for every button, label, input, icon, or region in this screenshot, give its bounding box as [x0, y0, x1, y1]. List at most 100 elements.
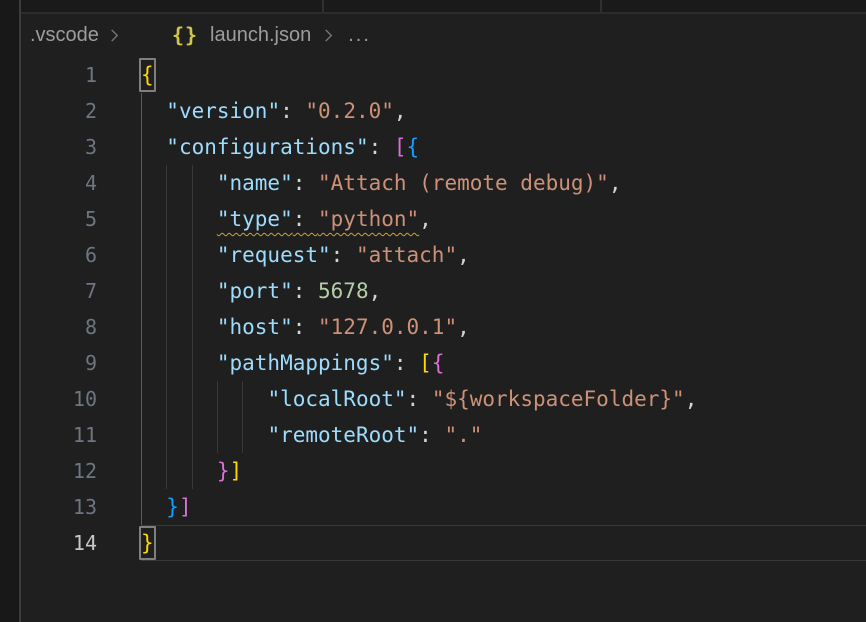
- code-content: "version": "0.2.0",: [141, 93, 866, 129]
- line-number[interactable]: 11: [21, 417, 141, 453]
- indent-guide: [192, 417, 193, 453]
- indent-guide: [141, 417, 142, 453]
- code-token: "python": [318, 207, 419, 231]
- line-number[interactable]: 9: [21, 345, 141, 381]
- code-token: [: [419, 351, 432, 375]
- code-line[interactable]: 7 "port": 5678,: [21, 273, 866, 309]
- code-line[interactable]: 5 "type": "python",: [21, 201, 866, 237]
- code-token: "0.2.0": [305, 99, 394, 123]
- indent-guide: [242, 417, 243, 453]
- code-token: ,: [457, 315, 470, 339]
- code-line[interactable]: 2 "version": "0.2.0",: [21, 93, 866, 129]
- code-token: "Attach (remote debug)": [318, 171, 609, 195]
- code-token: {: [407, 135, 420, 159]
- indent-guide: [141, 237, 142, 273]
- indent-guide: [141, 165, 142, 201]
- code-line[interactable]: 12 }]: [21, 453, 866, 489]
- code-token: "name": [217, 171, 293, 195]
- indent-guide: [141, 93, 142, 129]
- indent-guide: [166, 309, 167, 345]
- code-token: 5678: [318, 279, 369, 303]
- code-token: "localRoot": [267, 387, 406, 411]
- code-content: }]: [141, 453, 866, 489]
- line-number[interactable]: 13: [21, 489, 141, 525]
- chevron-right-icon: [321, 27, 336, 44]
- code-line[interactable]: 1{: [21, 57, 866, 93]
- code-token: "pathMappings": [217, 351, 394, 375]
- sidebar-edge: [0, 0, 21, 622]
- indent-guide: [166, 237, 167, 273]
- code-token: ,: [457, 243, 470, 267]
- line-number[interactable]: 1: [21, 57, 141, 93]
- indent-guide: [166, 381, 167, 417]
- indent-guide: [242, 381, 243, 417]
- code-content: "host": "127.0.0.1",: [141, 309, 866, 345]
- indent-guide: [192, 345, 193, 381]
- breadcrumb-ellipsis[interactable]: ...: [348, 24, 371, 47]
- code-token: :: [293, 207, 318, 231]
- code-token: ]: [179, 495, 192, 519]
- code-token: :: [293, 279, 318, 303]
- indent-guide: [166, 453, 167, 489]
- indent-guide: [166, 165, 167, 201]
- tab-divider: [322, 0, 324, 12]
- code-token: :: [369, 135, 394, 159]
- code-line[interactable]: 11 "remoteRoot": ".": [21, 417, 866, 453]
- tab-divider: [600, 0, 602, 12]
- code-token: "type": [217, 207, 293, 231]
- code-line[interactable]: 3 "configurations": [{: [21, 129, 866, 165]
- breadcrumb-item-file[interactable]: launch.json: [210, 24, 311, 47]
- code-token: "version": [166, 99, 280, 123]
- code-line[interactable]: 10 "localRoot": "${workspaceFolder}",: [21, 381, 866, 417]
- code-content: "name": "Attach (remote debug)",: [141, 165, 866, 201]
- line-number[interactable]: 10: [21, 381, 141, 417]
- code-line[interactable]: 4 "name": "Attach (remote debug)",: [21, 165, 866, 201]
- code-line[interactable]: 6 "request": "attach",: [21, 237, 866, 273]
- code-line[interactable]: 14}: [21, 525, 866, 561]
- indent-guide: [192, 237, 193, 273]
- code-token: :: [331, 243, 356, 267]
- code-token: "host": [217, 315, 293, 339]
- tab-bar: [21, 0, 866, 14]
- indent-guide: [141, 129, 142, 165]
- indent-guide: [166, 417, 167, 453]
- code-token: [: [394, 135, 407, 159]
- code-content: }]: [141, 489, 866, 525]
- code-line[interactable]: 8 "host": "127.0.0.1",: [21, 309, 866, 345]
- indent-guide: [141, 309, 142, 345]
- line-number[interactable]: 8: [21, 309, 141, 345]
- line-number[interactable]: 4: [21, 165, 141, 201]
- bracket-match: }: [141, 531, 154, 555]
- code-token: :: [293, 171, 318, 195]
- code-token: }: [217, 459, 230, 483]
- indent-guide: [166, 201, 167, 237]
- code-line[interactable]: 9 "pathMappings": [{: [21, 345, 866, 381]
- code-token: "configurations": [166, 135, 368, 159]
- code-token: {: [432, 351, 445, 375]
- code-content: "type": "python",: [141, 201, 866, 237]
- code-content: "pathMappings": [{: [141, 345, 866, 381]
- indent-guide: [141, 489, 142, 525]
- code-token: :: [407, 387, 432, 411]
- line-number[interactable]: 5: [21, 201, 141, 237]
- line-number[interactable]: 7: [21, 273, 141, 309]
- breadcrumb-item-folder[interactable]: .vscode: [30, 24, 99, 47]
- code-token: ]: [230, 459, 243, 483]
- code-content: }: [141, 525, 866, 561]
- line-number[interactable]: 3: [21, 129, 141, 165]
- line-number[interactable]: 14: [21, 525, 141, 561]
- code-content: "remoteRoot": ".": [141, 417, 866, 453]
- json-braces-icon: {}: [172, 23, 198, 47]
- indent-guide: [217, 417, 218, 453]
- code-content: "configurations": [{: [141, 129, 866, 165]
- code-token: "attach": [356, 243, 457, 267]
- line-number[interactable]: 6: [21, 237, 141, 273]
- indent-guide: [192, 309, 193, 345]
- indent-guide: [166, 273, 167, 309]
- code-line[interactable]: 13 }]: [21, 489, 866, 525]
- vscode-editor-window: .vscode {} launch.json ... 1{2 "version"…: [0, 0, 866, 622]
- code-editor: 1{2 "version": "0.2.0",3 "configurations…: [21, 57, 866, 561]
- line-number[interactable]: 12: [21, 453, 141, 489]
- indent-guide: [192, 165, 193, 201]
- line-number[interactable]: 2: [21, 93, 141, 129]
